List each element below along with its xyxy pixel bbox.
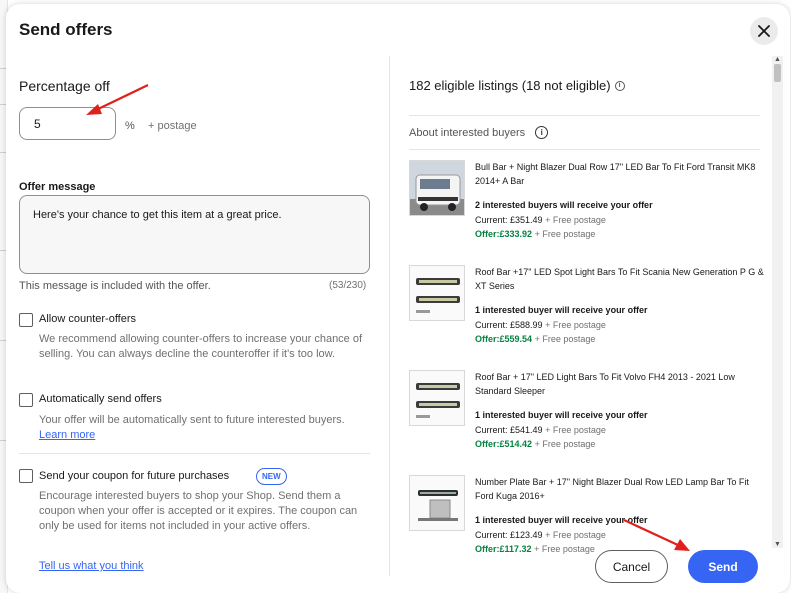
dialog-title: Send offers [19, 20, 113, 39]
send-coupon-label: Send your coupon for future purchases [39, 470, 230, 482]
auto-send-offers-checkbox[interactable] [19, 393, 33, 407]
send-coupon-desc: Encourage interested buyers to shop your… [39, 490, 358, 532]
offer-message-count: (53/230) [329, 280, 367, 291]
listing-title[interactable]: Number Plate Bar + 17" Night Blazer Dual… [475, 475, 765, 503]
listing-title[interactable]: Roof Bar + 17" LED Light Bars To Fit Vol… [475, 370, 765, 398]
allow-counter-offers-desc: We recommend allowing counter-offers to … [39, 333, 363, 360]
listing-offer-price: Offer:£559.54 + Free postage [475, 334, 596, 344]
listing-thumbnail-light-bar [409, 370, 465, 426]
listing-thumbnail-plate-bar [409, 475, 465, 531]
info-icon[interactable]: i [614, 80, 625, 91]
scrollbar-thumb[interactable] [774, 64, 781, 82]
scroll-down-icon[interactable]: ▼ [774, 541, 781, 548]
right-divider [409, 115, 760, 116]
listing-current-price: Current: £541.49 + Free postage [475, 425, 606, 435]
about-interested-buyers: About interested buyers i [409, 126, 549, 139]
listing-thumbnail-van [409, 160, 465, 216]
annotation-arrow-icon [86, 84, 149, 115]
right-divider [409, 149, 760, 150]
auto-send-offers-text: Your offer will be automatically sent to… [39, 414, 345, 426]
options-divider [19, 453, 370, 454]
send-button[interactable]: Send [688, 550, 758, 583]
listing-title[interactable]: Roof Bar +17" LED Spot Light Bars To Fit… [475, 265, 765, 293]
listing-current-price: Current: £588.99 + Free postage [475, 320, 606, 330]
listing-buyers: 1 interested buyer will receive your off… [475, 410, 648, 420]
percent-sign: % [125, 120, 135, 132]
listing-buyers: 2 interested buyers will receive your of… [475, 200, 653, 210]
auto-send-offers-desc: Your offer will be automatically sent to… [39, 413, 369, 443]
scroll-up-icon[interactable]: ▲ [774, 56, 781, 63]
allow-counter-offers-label: Allow counter-offers [39, 313, 137, 325]
column-divider [389, 56, 390, 576]
offer-message-input[interactable]: Here's your chance to get this item at a… [19, 195, 370, 274]
eligible-listings-heading: 182 eligible listings (18 not eligible) … [409, 78, 625, 93]
listings-scrollbar[interactable]: ▲ ▼ [772, 56, 783, 548]
learn-more-link[interactable]: Learn more [39, 429, 95, 441]
listing-offer-price: Offer:£117.32 + Free postage [475, 544, 595, 554]
auto-send-offers-label: Automatically send offers [39, 393, 162, 405]
annotation-arrow-icon [623, 519, 690, 551]
eligible-listings-text: 182 eligible listings (18 not eligible) [409, 78, 611, 93]
info-icon[interactable]: i [535, 126, 549, 139]
listing-current-price: Current: £351.49 + Free postage [475, 215, 606, 225]
send-coupon-checkbox[interactable] [19, 469, 33, 483]
close-icon [758, 25, 770, 37]
about-interested-buyers-text: About interested buyers [409, 126, 526, 139]
postage-note: + postage [148, 120, 197, 132]
listing-offer-price: Offer:£514.42 + Free postage [475, 439, 596, 449]
new-badge: NEW [256, 468, 287, 485]
listing-current-price: Current: £123.49 + Free postage [475, 530, 606, 540]
allow-counter-offers-checkbox[interactable] [19, 313, 33, 327]
listing-offer-price: Offer:£333.92 + Free postage [475, 229, 596, 239]
feedback-link[interactable]: Tell us what you think [39, 560, 144, 572]
listing-thumbnail-light-bar [409, 265, 465, 321]
offer-message-label: Offer message [19, 181, 96, 193]
listing-buyers: 1 interested buyer will receive your off… [475, 305, 648, 315]
offer-message-help: This message is included with the offer. [19, 280, 211, 292]
close-button[interactable] [750, 17, 778, 45]
listing-title[interactable]: Bull Bar + Night Blazer Dual Row 17" LED… [475, 160, 765, 188]
